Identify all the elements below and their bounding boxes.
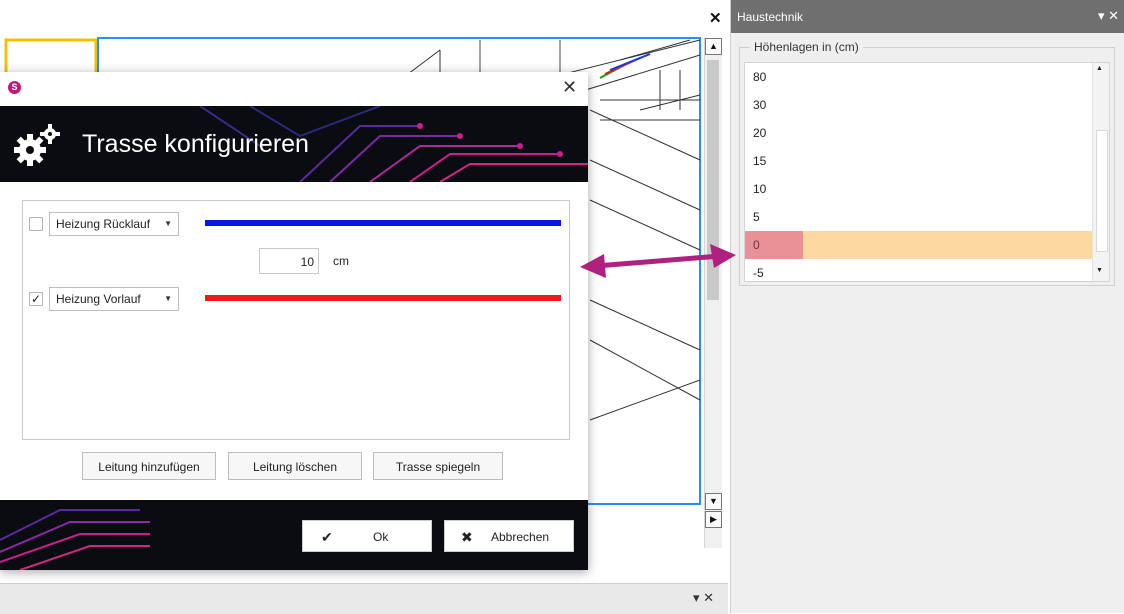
dialog-title: Trasse konfigurieren	[82, 130, 309, 158]
pipe-type-label: Heizung Rücklauf	[56, 217, 151, 231]
viewport-close-icon[interactable]: ✕	[709, 9, 722, 27]
panel-title: Haustechnik	[737, 10, 804, 24]
check-icon: ✔	[321, 529, 333, 545]
pipe-config-area: Heizung Rücklauf ▼ 10 cm ✓ Heizung Vorla…	[22, 200, 570, 440]
height-levels-list[interactable]: 80 30 20 15 10 5 0 -5 ▲ ▼	[744, 62, 1110, 282]
group-label: Höhenlagen in (cm)	[750, 40, 863, 54]
ok-button[interactable]: ✔ Ok	[302, 520, 432, 552]
scroll-right-button[interactable]: ▶	[705, 511, 722, 528]
circuit-pattern	[0, 509, 150, 570]
pipe-color-line	[205, 295, 561, 301]
list-scroll-up-icon[interactable]: ▲	[1096, 65, 1103, 72]
list-item[interactable]: 15	[745, 147, 1099, 175]
add-line-button[interactable]: Leitung hinzufügen	[82, 452, 216, 480]
pipe-type-dropdown[interactable]: Heizung Rücklauf ▼	[49, 212, 179, 236]
list-scroll-down-icon[interactable]: ▼	[1096, 267, 1103, 274]
chevron-down-icon: ▼	[164, 294, 172, 303]
chevron-down-icon: ▼	[164, 219, 172, 228]
cancel-button[interactable]: ✖ Abbrechen	[444, 520, 574, 552]
ok-label: Ok	[373, 530, 389, 544]
height-levels-group: Höhenlagen in (cm) 80 30 20 15 10 5 0 -5…	[739, 40, 1115, 286]
cancel-label: Abbrechen	[491, 530, 550, 544]
dialog-banner: Trasse konfigurieren	[0, 106, 588, 182]
spacing-input[interactable]: 10	[259, 248, 319, 274]
bottom-dock-controls[interactable]: ▾ ✕	[693, 590, 714, 606]
selection-overlay	[745, 231, 803, 259]
list-item[interactable]: -5	[745, 259, 1099, 281]
mirror-route-button[interactable]: Trasse spiegeln	[373, 452, 503, 480]
list-item[interactable]: 80	[745, 63, 1099, 91]
spacing-unit: cm	[333, 254, 349, 268]
list-scroll-thumb[interactable]	[1096, 130, 1108, 252]
dialog-title-bar: S ✕	[0, 72, 588, 106]
scroll-up-button[interactable]: ▲	[705, 38, 722, 55]
pipe-color-line	[205, 220, 561, 226]
pipe-type-label: Heizung Vorlauf	[56, 292, 141, 306]
delete-line-button[interactable]: Leitung löschen	[228, 452, 362, 480]
haustechnik-panel: Haustechnik ▾ ✕ Höhenlagen in (cm) 80 30…	[730, 0, 1124, 613]
panel-title-bar: Haustechnik ▾ ✕	[731, 0, 1124, 33]
trasse-dialog: S ✕ Trasse konfigurieren Heizung Rücklau…	[0, 72, 588, 570]
list-item[interactable]: 10	[745, 175, 1099, 203]
double-arrow-annotation	[580, 244, 736, 278]
dialog-close-button[interactable]: ✕	[562, 77, 577, 98]
list-item[interactable]: 20	[745, 119, 1099, 147]
vertical-scrollbar[interactable]: ▲ ▼ ▶	[704, 38, 722, 548]
list-scrollbar[interactable]: ▲ ▼	[1092, 63, 1109, 281]
panel-controls[interactable]: ▾ ✕	[1098, 8, 1119, 24]
app-logo-icon: S	[8, 81, 21, 94]
row-checkbox[interactable]	[29, 217, 43, 231]
cancel-icon: ✖	[461, 529, 473, 545]
dialog-footer: ✔ Ok ✖ Abbrechen	[0, 500, 588, 570]
settings-gears-icon	[14, 124, 60, 166]
scroll-down-button[interactable]: ▼	[705, 493, 722, 510]
list-item[interactable]: 5	[745, 203, 1099, 231]
bottom-dock-bar: ▾ ✕	[0, 583, 728, 614]
pipe-type-dropdown[interactable]: Heizung Vorlauf ▼	[49, 287, 179, 311]
list-item[interactable]: 30	[745, 91, 1099, 119]
row-checkbox[interactable]: ✓	[29, 292, 43, 306]
